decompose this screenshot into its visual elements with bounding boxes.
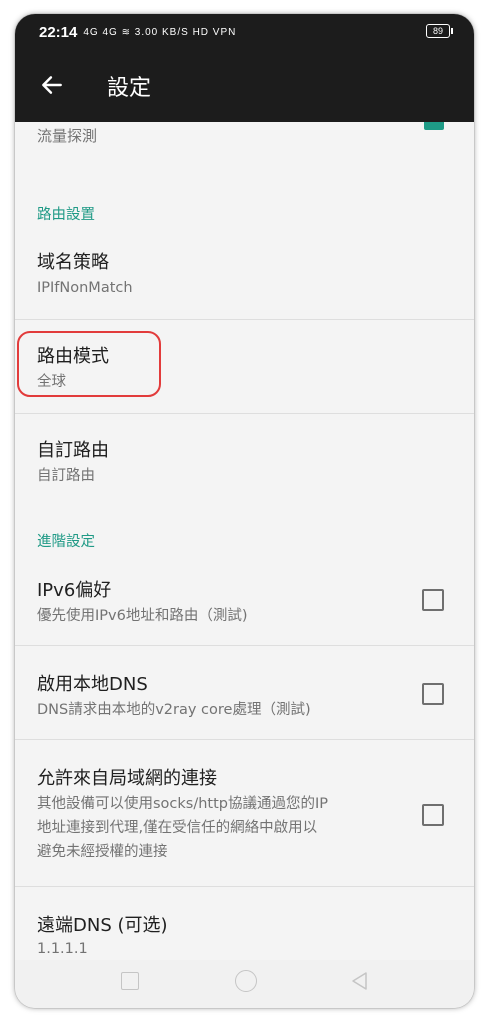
setting-summary: 優先使用IPv6地址和路由（測試) bbox=[37, 608, 248, 624]
checkbox-unchecked[interactable] bbox=[422, 589, 444, 611]
checkbox-unchecked[interactable] bbox=[422, 804, 444, 826]
setting-traffic-sniff[interactable]: 流量探測 bbox=[15, 122, 474, 156]
phone-frame: 22:14 4G 4G ≋ 3.00 KB/S HD VPN 89 設定 流量探… bbox=[15, 14, 474, 1008]
setting-summary-line-2: 地址連接到代理,僅在受信任的網絡中啟用以 bbox=[37, 820, 318, 836]
setting-summary-line-1: 其他設備可以使用socks/http協議通過您的IP bbox=[37, 796, 329, 812]
setting-summary: DNS請求由本地的v2ray core處理（測試) bbox=[37, 702, 311, 718]
page-title: 設定 bbox=[107, 76, 152, 101]
category-routing: 路由設置 bbox=[37, 207, 95, 223]
square-icon[interactable] bbox=[121, 972, 139, 990]
setting-value: 自訂路由 bbox=[37, 468, 95, 484]
setting-value: IPIfNonMatch bbox=[37, 280, 133, 296]
toolbar: 設定 bbox=[15, 50, 474, 122]
category-advanced: 進階設定 bbox=[37, 534, 95, 550]
triangle-back-icon[interactable] bbox=[348, 969, 372, 993]
setting-remote-dns[interactable]: 遠端DNS (可选) 1.1.1.1 bbox=[15, 887, 474, 960]
arrow-left-icon[interactable] bbox=[39, 72, 65, 98]
checkbox-unchecked[interactable] bbox=[422, 683, 444, 705]
checkbox-checked[interactable] bbox=[424, 122, 444, 130]
status-time: 22:14 bbox=[39, 23, 78, 41]
setting-title: IPv6偏好 bbox=[37, 580, 112, 601]
status-bar: 22:14 4G 4G ≋ 3.00 KB/S HD VPN 89 bbox=[15, 14, 474, 50]
navigation-bar bbox=[15, 960, 474, 1008]
battery-icon: 89 bbox=[426, 24, 453, 38]
settings-list[interactable]: 流量探測 路由設置 域名策略 IPIfNonMatch 路由模式 全球 自訂路由… bbox=[15, 122, 474, 960]
setting-title: 域名策略 bbox=[37, 252, 109, 273]
circle-icon[interactable] bbox=[235, 970, 257, 992]
setting-ipv6-preference[interactable]: IPv6偏好 優先使用IPv6地址和路由（測試) bbox=[15, 552, 474, 646]
highlight-box bbox=[17, 331, 161, 397]
setting-custom-routing[interactable]: 自訂路由 自訂路由 bbox=[15, 414, 474, 506]
setting-title: 流量探測 bbox=[37, 127, 98, 145]
status-indicators: 4G 4G ≋ 3.00 KB/S HD VPN bbox=[83, 26, 237, 38]
setting-domain-strategy[interactable]: 域名策略 IPIfNonMatch bbox=[15, 226, 474, 320]
setting-title: 遠端DNS (可选) bbox=[37, 915, 168, 936]
setting-value: 1.1.1.1 bbox=[37, 941, 88, 957]
setting-title: 允許來自局域網的連接 bbox=[37, 768, 217, 789]
setting-title: 自訂路由 bbox=[37, 440, 109, 461]
setting-local-dns[interactable]: 啟用本地DNS DNS請求由本地的v2ray core處理（測試) bbox=[15, 646, 474, 740]
setting-title: 啟用本地DNS bbox=[37, 674, 148, 695]
setting-allow-lan[interactable]: 允許來自局域網的連接 其他設備可以使用socks/http協議通過您的IP 地址… bbox=[15, 740, 474, 887]
setting-summary-line-3: 避免未經授權的連接 bbox=[37, 844, 168, 860]
